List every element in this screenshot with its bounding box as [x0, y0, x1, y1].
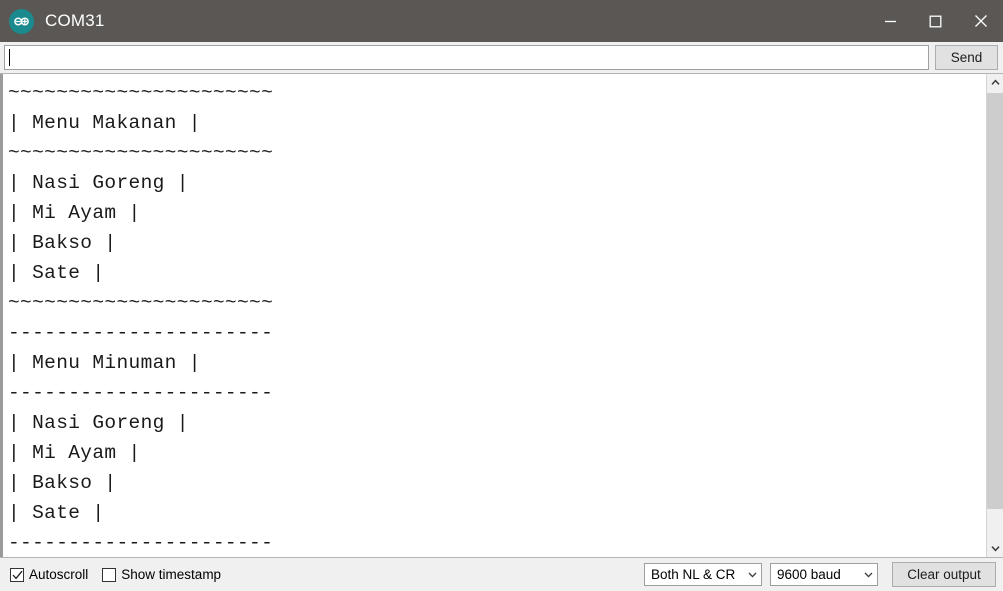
serial-output-line: ~~~~~~~~~~~~~~~~~~~~~~: [8, 292, 274, 314]
autoscroll-label: Autoscroll: [29, 567, 89, 582]
serial-output-line: ----------------------: [8, 382, 274, 404]
arduino-infinity-icon: [9, 8, 34, 34]
vertical-scrollbar[interactable]: [986, 74, 1003, 557]
checkmark-icon: [12, 570, 22, 579]
serial-output-line: ~~~~~~~~~~~~~~~~~~~~~~: [8, 142, 274, 164]
line-ending-value: Both NL & CR: [651, 567, 736, 582]
serial-output-line: | Mi Ayam |: [8, 442, 141, 464]
show-timestamp-checkbox-group[interactable]: Show timestamp: [102, 567, 221, 582]
chevron-up-icon[interactable]: [987, 74, 1003, 91]
serial-output-line: | Mi Ayam |: [8, 202, 141, 224]
send-button[interactable]: Send: [935, 45, 998, 70]
status-bar: Autoscroll Show timestamp Both NL & CR 9…: [0, 558, 1003, 591]
minimize-button[interactable]: [868, 0, 913, 42]
chevron-down-icon: [743, 572, 761, 578]
serial-output-line: | Menu Minuman |: [8, 352, 201, 374]
chevron-down-icon[interactable]: [987, 540, 1003, 557]
close-button[interactable]: [958, 0, 1003, 42]
show-timestamp-checkbox[interactable]: [102, 567, 117, 582]
autoscroll-checkbox[interactable]: [10, 567, 24, 582]
serial-output[interactable]: ~~~~~~~~~~~~~~~~~~~~~~ | Menu Makanan | ~~…: [0, 74, 986, 557]
serial-output-line: | Sate |: [8, 262, 105, 284]
serial-output-line: ----------------------: [8, 532, 274, 554]
serial-output-line: | Nasi Goreng |: [8, 412, 189, 434]
serial-output-line: | Bakso |: [8, 472, 117, 494]
maximize-button[interactable]: [913, 0, 958, 42]
window-titlebar: COM31: [0, 0, 1003, 42]
show-timestamp-label: Show timestamp: [121, 567, 222, 582]
serial-output-line: | Sate |: [8, 502, 105, 524]
scrollbar-track[interactable]: [987, 91, 1003, 540]
chevron-down-icon: [859, 572, 877, 578]
serial-output-line: | Bakso |: [8, 232, 117, 254]
baud-rate-value: 9600 baud: [777, 567, 841, 582]
clear-output-button[interactable]: Clear output: [892, 562, 996, 587]
serial-output-line: | Menu Makanan |: [8, 112, 201, 134]
scrollbar-thumb[interactable]: [987, 93, 1003, 509]
send-input[interactable]: [4, 45, 929, 70]
serial-monitor-window: COM31 Send ~~~~~~~~~~~~~~~~~~~~~~ | Menu…: [0, 0, 1003, 591]
baud-rate-select[interactable]: 9600 baud: [770, 563, 878, 586]
window-title: COM31: [45, 11, 105, 30]
window-controls: [868, 0, 1003, 42]
text-caret: [9, 49, 10, 66]
serial-output-line: | Nasi Goreng |: [8, 172, 189, 194]
console-area: ~~~~~~~~~~~~~~~~~~~~~~ | Menu Makanan | ~~…: [0, 73, 1003, 558]
serial-output-lines: ~~~~~~~~~~~~~~~~~~~~~~ | Menu Makanan | ~~…: [3, 74, 986, 557]
autoscroll-checkbox-group[interactable]: Autoscroll: [10, 567, 88, 582]
line-ending-select[interactable]: Both NL & CR: [644, 563, 762, 586]
serial-output-line: ~~~~~~~~~~~~~~~~~~~~~~: [8, 82, 274, 104]
send-row: Send: [0, 42, 1003, 73]
serial-output-line: ----------------------: [8, 322, 274, 344]
